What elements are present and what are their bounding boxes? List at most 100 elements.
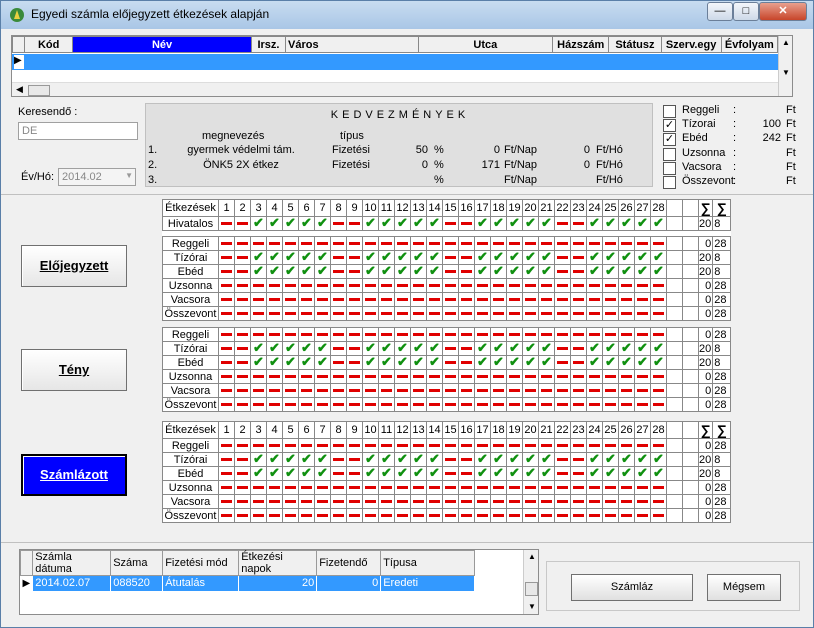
col-header-nev[interactable]: Név	[72, 36, 252, 53]
day-cell[interactable]	[330, 306, 347, 321]
day-cell[interactable]	[314, 438, 331, 453]
day-cell[interactable]	[314, 480, 331, 495]
meal-checkbox[interactable]	[663, 161, 676, 175]
day-cell[interactable]	[650, 508, 667, 523]
day-cell[interactable]	[586, 508, 603, 523]
day-cell[interactable]	[298, 306, 315, 321]
day-cell[interactable]	[314, 508, 331, 523]
invoice-row[interactable]: ▶ 2014.02.07 088520 Átutalás 20 0 Eredet…	[20, 575, 476, 591]
day-cell[interactable]: ✔	[410, 250, 427, 265]
day-cell[interactable]	[298, 369, 315, 384]
day-cell[interactable]	[458, 397, 475, 412]
day-cell[interactable]	[458, 278, 475, 293]
day-cell[interactable]: ✔	[250, 466, 267, 481]
day-cell[interactable]: ✔	[362, 355, 379, 370]
col-header-utca[interactable]: Utca	[417, 36, 554, 53]
day-cell[interactable]	[474, 306, 491, 321]
day-cell[interactable]	[282, 438, 299, 453]
day-cell[interactable]	[362, 236, 379, 251]
day-cell[interactable]: ✔	[506, 452, 523, 467]
day-cell[interactable]: ✔	[634, 341, 651, 356]
day-cell[interactable]	[602, 397, 619, 412]
day-cell[interactable]: ✔	[522, 250, 539, 265]
day-cell[interactable]: ✔	[490, 216, 507, 231]
day-cell[interactable]	[506, 292, 523, 307]
day-cell[interactable]: ✔	[538, 452, 555, 467]
day-cell[interactable]	[442, 236, 459, 251]
day-cell[interactable]	[634, 236, 651, 251]
day-cell[interactable]: ✔	[586, 452, 603, 467]
day-cell[interactable]: ✔	[266, 264, 283, 279]
scroll-thumb[interactable]	[525, 582, 538, 596]
day-cell[interactable]: ✔	[586, 264, 603, 279]
day-cell[interactable]	[506, 369, 523, 384]
day-cell[interactable]	[554, 452, 571, 467]
day-cell[interactable]	[314, 383, 331, 398]
day-cell[interactable]	[602, 383, 619, 398]
day-cell[interactable]	[506, 508, 523, 523]
day-cell[interactable]: ✔	[602, 250, 619, 265]
day-cell[interactable]	[538, 369, 555, 384]
day-cell[interactable]	[234, 264, 251, 279]
day-cell[interactable]: ✔	[426, 355, 443, 370]
day-cell[interactable]	[394, 278, 411, 293]
day-cell[interactable]	[442, 369, 459, 384]
meal-checkbox[interactable]: ✓	[663, 119, 676, 133]
day-cell[interactable]	[410, 383, 427, 398]
day-cell[interactable]	[650, 369, 667, 384]
day-cell[interactable]	[218, 236, 235, 251]
day-cell[interactable]	[554, 383, 571, 398]
col-header-irsz[interactable]: Irsz.	[250, 36, 287, 53]
day-cell[interactable]	[234, 236, 251, 251]
day-cell[interactable]: ✔	[298, 452, 315, 467]
col-header-hazszam[interactable]: Házszám	[552, 36, 610, 53]
day-cell[interactable]	[394, 480, 411, 495]
day-cell[interactable]	[570, 327, 587, 342]
day-cell[interactable]: ✔	[602, 216, 619, 231]
day-cell[interactable]	[330, 494, 347, 509]
day-cell[interactable]	[266, 369, 283, 384]
day-cell[interactable]	[650, 278, 667, 293]
day-cell[interactable]	[330, 341, 347, 356]
teny-button[interactable]: Tény	[21, 349, 127, 391]
day-cell[interactable]	[442, 216, 459, 231]
minimize-button[interactable]: —	[707, 2, 733, 21]
day-cell[interactable]	[602, 306, 619, 321]
day-cell[interactable]	[330, 216, 347, 231]
day-cell[interactable]	[410, 397, 427, 412]
day-cell[interactable]: ✔	[410, 466, 427, 481]
day-cell[interactable]	[634, 383, 651, 398]
day-cell[interactable]: ✔	[266, 452, 283, 467]
day-cell[interactable]	[554, 466, 571, 481]
day-cell[interactable]	[330, 278, 347, 293]
day-cell[interactable]	[458, 494, 475, 509]
day-cell[interactable]	[634, 494, 651, 509]
day-cell[interactable]: ✔	[378, 341, 395, 356]
day-cell[interactable]	[522, 397, 539, 412]
day-cell[interactable]: ✔	[522, 355, 539, 370]
day-cell[interactable]: ✔	[362, 250, 379, 265]
day-cell[interactable]	[218, 264, 235, 279]
day-cell[interactable]	[474, 236, 491, 251]
day-cell[interactable]: ✔	[394, 466, 411, 481]
meal-checkbox[interactable]	[663, 147, 676, 161]
day-cell[interactable]	[378, 494, 395, 509]
day-cell[interactable]	[266, 278, 283, 293]
day-cell[interactable]	[218, 278, 235, 293]
day-cell[interactable]	[618, 494, 635, 509]
day-cell[interactable]	[314, 327, 331, 342]
day-cell[interactable]: ✔	[618, 466, 635, 481]
day-cell[interactable]: ✔	[410, 216, 427, 231]
day-cell[interactable]	[554, 292, 571, 307]
person-grid[interactable]: Kód Név Irsz. Város Utca Házszám Státusz…	[11, 35, 793, 97]
day-cell[interactable]	[522, 236, 539, 251]
day-cell[interactable]	[330, 292, 347, 307]
day-cell[interactable]: ✔	[378, 452, 395, 467]
day-cell[interactable]	[458, 438, 475, 453]
day-cell[interactable]	[490, 278, 507, 293]
day-cell[interactable]	[586, 383, 603, 398]
day-cell[interactable]	[506, 306, 523, 321]
day-cell[interactable]	[570, 292, 587, 307]
day-cell[interactable]	[634, 480, 651, 495]
day-cell[interactable]	[474, 438, 491, 453]
